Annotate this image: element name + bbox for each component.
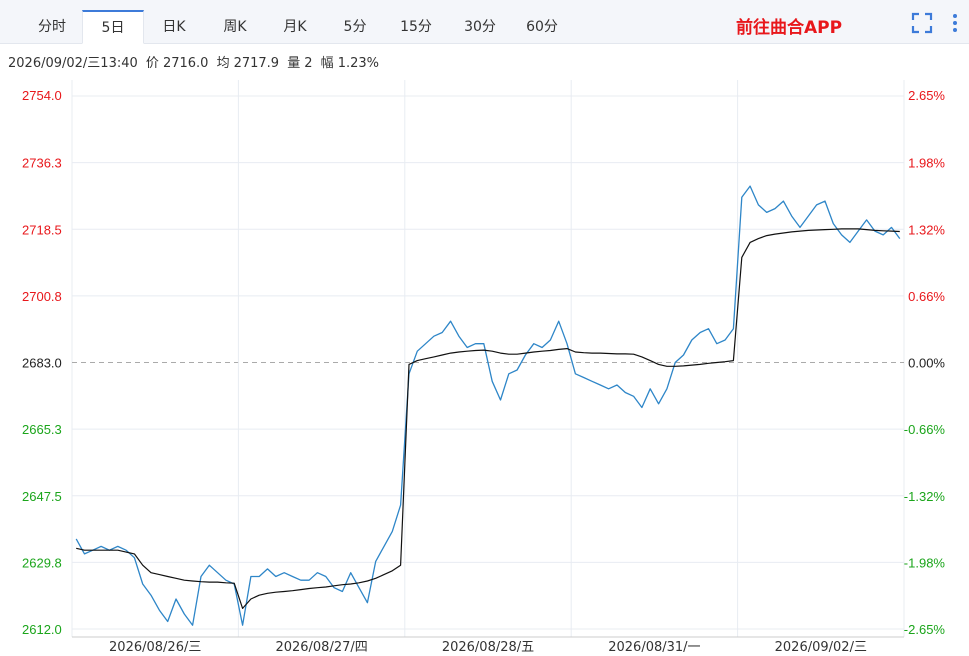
tab-15min[interactable]: 15分 <box>388 10 444 44</box>
y-tick-label-right: 0.66% <box>908 289 945 304</box>
x-tick-label-day: 2026/08/27/四 <box>275 640 367 655</box>
y-tick-label-left: 2683.0 <box>22 356 62 371</box>
x-tick-label-day: 2026/08/31/一 <box>608 640 700 655</box>
period-tab-bar: 分时 5日 日K 周K 月K 5分 15分 30分 60分 前往曲合APP <box>0 0 969 44</box>
y-tick-label-right: -1.98% <box>904 555 946 570</box>
amplitude-value: 1.23% <box>337 56 379 71</box>
y-tick-label-right: -2.65% <box>904 622 946 637</box>
price-value: 2716.0 <box>162 56 209 71</box>
y-tick-label-right: 0.00% <box>908 356 945 371</box>
quote-info-bar: 2026/09/02/三13:40 价 2716.0 均 2717.9 量2 幅 1.… <box>8 52 383 71</box>
amplitude-label: 幅 <box>320 56 334 71</box>
x-tick-label-day: 2026/08/28/五 <box>442 640 534 655</box>
y-tick-label-right: -0.66% <box>904 422 946 437</box>
quote-datetime: 2026/09/02/三13:40 <box>8 56 138 71</box>
y-tick-label-left: 2700.8 <box>22 289 62 304</box>
tab-weekly-k[interactable]: 周K <box>207 10 263 44</box>
y-tick-label-left: 2665.3 <box>22 422 62 437</box>
y-tick-label-right: -1.32% <box>904 489 946 504</box>
y-tick-label-left: 2718.5 <box>22 222 62 237</box>
tab-monthly-k[interactable]: 月K <box>267 10 323 44</box>
tab-intraday[interactable]: 分时 <box>22 10 82 44</box>
y-tick-label-right: 1.32% <box>908 222 945 237</box>
y-tick-label-left: 2612.0 <box>22 622 62 637</box>
avg-value: 2717.9 <box>233 56 280 71</box>
avg-label: 均 <box>216 56 230 71</box>
tab-daily-k[interactable]: 日K <box>148 10 200 44</box>
y-tick-label-left: 2647.5 <box>22 489 62 504</box>
x-tick-label-day: 2026/09/02/三 <box>775 640 867 655</box>
tab-5day[interactable]: 5日 <box>82 10 144 44</box>
y-tick-label-left: 2736.3 <box>22 156 62 171</box>
fullscreen-icon[interactable] <box>911 12 933 39</box>
tab-30min[interactable]: 30分 <box>452 10 508 44</box>
volume-label: 量 <box>287 56 301 71</box>
volume-value: 2 <box>304 56 313 71</box>
y-tick-label-right: 2.65% <box>908 88 945 103</box>
five-day-intraday-chart[interactable]: 2754.0 2.65% 2736.3 1.98% 2718.5 1.32% 2700.8 0… <box>0 80 969 656</box>
y-tick-label-right: 1.98% <box>908 156 945 171</box>
x-tick-label-day: 2026/08/26/三 <box>109 640 201 655</box>
tab-5min[interactable]: 5分 <box>330 10 380 44</box>
price-label: 价 <box>145 56 159 71</box>
y-tick-label-left: 2629.8 <box>22 555 62 570</box>
more-vertical-icon[interactable] <box>950 12 960 39</box>
y-tick-label-left: 2754.0 <box>22 88 62 103</box>
open-app-link[interactable]: 前往曲合APP <box>736 13 842 38</box>
tab-60min[interactable]: 60分 <box>514 10 570 44</box>
